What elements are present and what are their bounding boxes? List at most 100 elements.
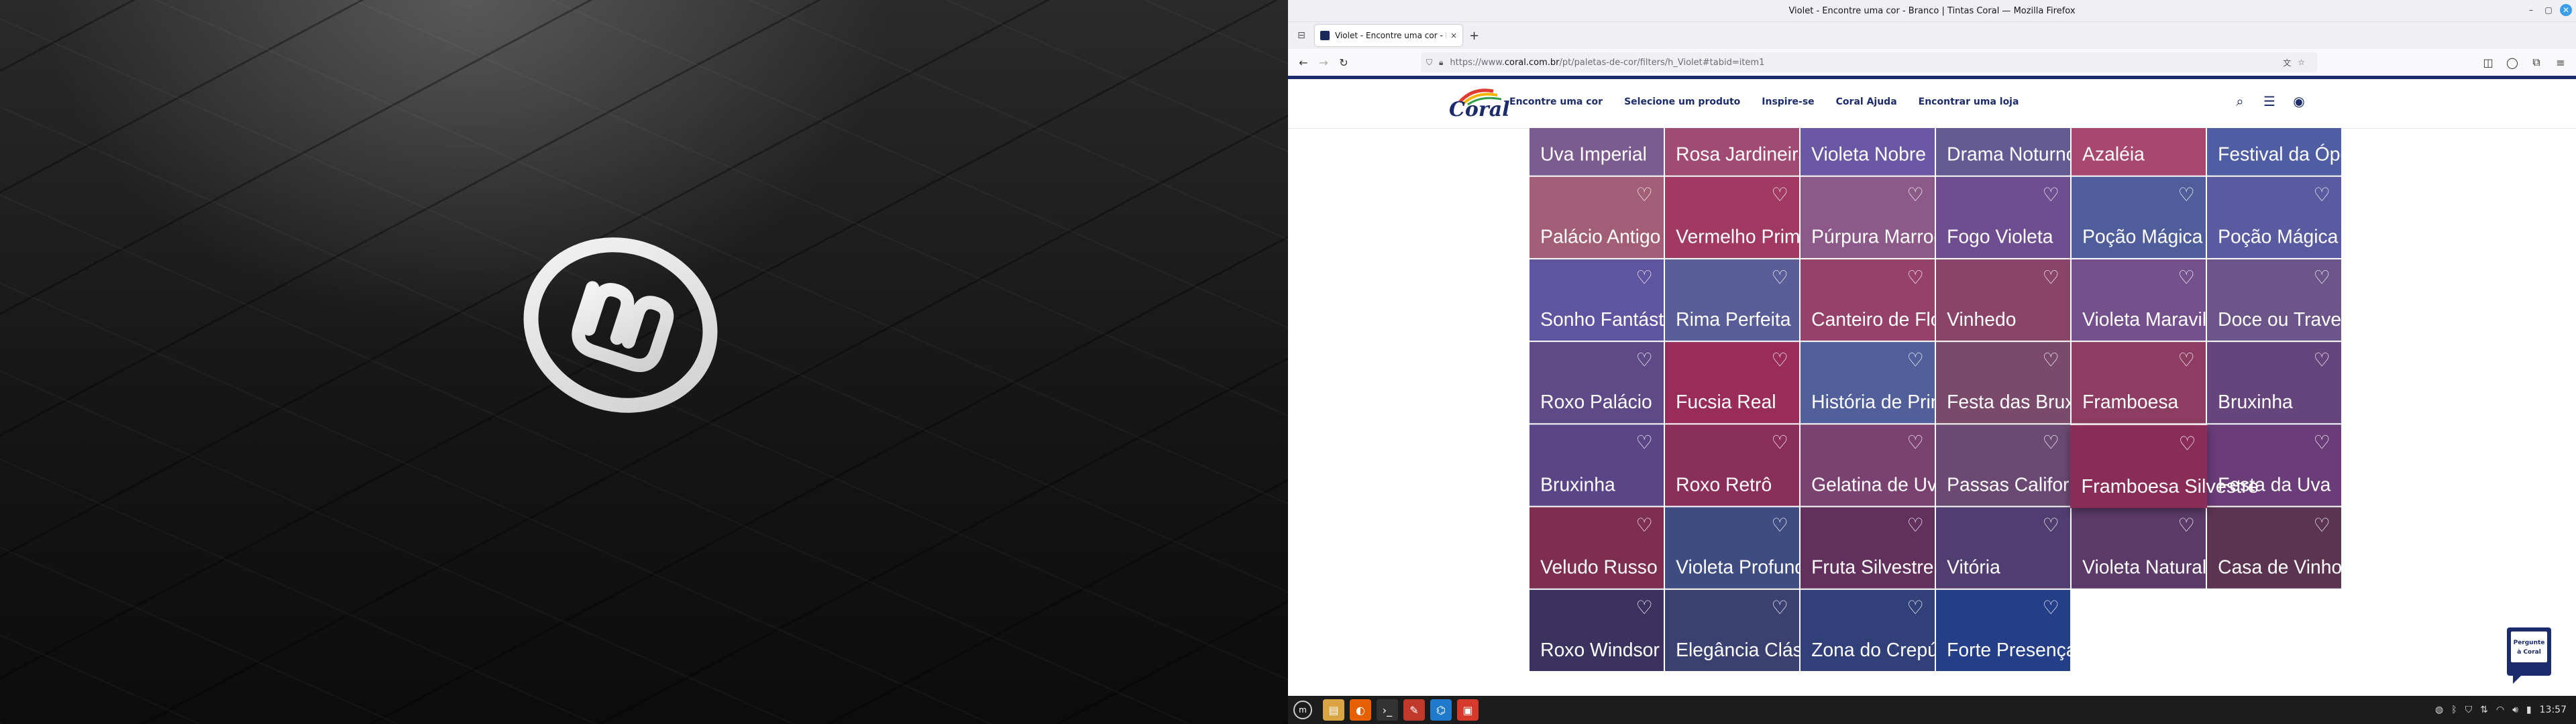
bookmark-star-icon[interactable]: ☆ (2298, 58, 2305, 67)
color-swatch[interactable]: Poção Mágica ♡ (2207, 176, 2341, 258)
shield-icon[interactable]: ⛉ (2465, 705, 2473, 715)
favorite-heart-icon[interactable]: ♡ (1907, 185, 1923, 206)
close-icon[interactable]: ✕ (2560, 4, 2572, 16)
color-swatch[interactable]: Fruta Silvestre ♡ (1801, 507, 1935, 589)
favorite-heart-icon[interactable]: ♡ (1907, 433, 1923, 455)
window-titlebar[interactable]: Violet - Encontre uma cor - Branco | Tin… (1288, 0, 2576, 22)
favorite-heart-icon[interactable]: ♡ (1907, 598, 1923, 619)
bluetooth-icon[interactable]: ᛒ (2451, 705, 2457, 715)
color-swatch[interactable]: Veludo Russo ♡ (1529, 507, 1664, 589)
color-swatch[interactable]: Roxo Palácio ♡ (1529, 342, 1664, 424)
favorite-heart-icon[interactable]: ♡ (2178, 185, 2194, 206)
text-editor-icon[interactable]: ✎ (1403, 699, 1425, 721)
maximize-icon[interactable]: ▢ (2542, 4, 2555, 16)
office-icon[interactable]: ▣ (1457, 699, 1479, 721)
favorite-heart-icon[interactable]: ♡ (1771, 267, 1788, 289)
user-icon[interactable]: ◉ (2290, 93, 2308, 110)
files-icon[interactable]: ▤ (1323, 699, 1344, 721)
nav-selecione-um-produto[interactable]: Selecione um produto (1624, 97, 1740, 107)
color-swatch[interactable]: Poção Mágica ♡ (2072, 176, 2206, 258)
favorite-heart-icon[interactable]: ♡ (1907, 350, 1923, 371)
color-swatch[interactable]: Gelatina de Uva ♡ (1801, 424, 1947, 506)
extensions-icon[interactable]: ⧉ (2526, 52, 2546, 72)
favorite-heart-icon[interactable]: ♡ (1635, 185, 1652, 206)
favorite-heart-icon[interactable]: ♡ (2179, 434, 2196, 456)
list-icon[interactable]: ☰ (2261, 93, 2278, 110)
color-swatch[interactable]: Roxo Windsor ♡ (1529, 589, 1664, 672)
color-swatch[interactable]: Doce ou Travessura ♡ (2207, 259, 2387, 341)
color-swatch[interactable]: Framboesa Silvestre ♡ (2070, 425, 2259, 508)
color-swatch[interactable]: Palácio Antigo ♡ (1529, 176, 1664, 258)
favorite-heart-icon[interactable]: ♡ (2178, 350, 2194, 371)
favorite-heart-icon[interactable]: ♡ (2042, 433, 2059, 455)
tracking-protection-icon[interactable]: ⛉ (1426, 58, 1432, 68)
favorite-heart-icon[interactable]: ♡ (2313, 350, 2330, 371)
favorite-heart-icon[interactable]: ♡ (2313, 185, 2330, 206)
color-swatch[interactable]: Roxo Retrô ♡ (1665, 424, 1799, 506)
favorite-heart-icon[interactable]: ♡ (2313, 433, 2330, 455)
favorite-heart-icon[interactable]: ♡ (2042, 598, 2059, 619)
favorite-heart-icon[interactable]: ♡ (1771, 350, 1788, 371)
color-swatch[interactable]: Festival da Ópera (2207, 128, 2367, 176)
color-swatch[interactable]: Canteiro de Flores ♡ (1801, 259, 1968, 341)
color-swatch[interactable]: Uva Imperial (1529, 128, 1664, 176)
color-swatch[interactable]: Bruxinha ♡ (2207, 342, 2341, 424)
tab-close-icon[interactable]: × (1450, 31, 1457, 40)
color-swatch[interactable]: Forte Presença ♡ (1936, 589, 2077, 672)
favorite-heart-icon[interactable]: ♡ (2178, 516, 2194, 537)
color-swatch[interactable]: Sonho Fantástico ♡ (1529, 259, 1688, 341)
url-text[interactable]: https://www.coral.com.br/pt/paletas-de-c… (1450, 58, 2283, 68)
favorite-heart-icon[interactable]: ♡ (1635, 598, 1652, 619)
color-swatch[interactable]: Fogo Violeta ♡ (1936, 176, 2070, 258)
search-icon[interactable]: ⌕ (2231, 93, 2249, 110)
favorite-heart-icon[interactable]: ♡ (1907, 516, 1923, 537)
nav-coral-ajuda[interactable]: Coral Ajuda (1836, 97, 1897, 107)
back-icon[interactable]: ← (1293, 52, 1313, 72)
network-icon[interactable]: ⇅ (2480, 705, 2488, 715)
color-swatch[interactable]: Vermelho Primoroso ♡ (1665, 176, 1847, 258)
new-tab-button[interactable]: + (1469, 29, 1479, 43)
color-swatch[interactable]: Violeta Natural ♡ (2072, 507, 2206, 589)
color-swatch[interactable]: Festa das Bruxas ♡ (1936, 342, 2094, 424)
battery-icon[interactable]: ▮ (2526, 705, 2532, 715)
color-swatch[interactable]: Fucsia Real ♡ (1665, 342, 1799, 424)
favorite-heart-icon[interactable]: ♡ (2042, 267, 2059, 289)
favorite-heart-icon[interactable]: ♡ (2042, 516, 2059, 537)
lock-icon[interactable]: 🔒︎ (1439, 58, 1443, 68)
favorite-heart-icon[interactable]: ♡ (1771, 185, 1788, 206)
vscode-icon[interactable]: ⌬ (1430, 699, 1452, 721)
color-swatch[interactable]: Framboesa ♡ (2072, 342, 2206, 424)
clock[interactable]: 13:57 (2540, 705, 2567, 715)
minimize-icon[interactable]: – (2525, 4, 2537, 16)
forward-icon[interactable]: → (1313, 52, 1334, 72)
color-swatch[interactable]: Púrpura Marroquina ♡ (1801, 176, 1980, 258)
favorite-heart-icon[interactable]: ♡ (2313, 516, 2330, 537)
color-swatch[interactable]: Rosa Jardineira (1665, 128, 1809, 176)
mint-menu-icon[interactable]: m (1293, 701, 1312, 719)
color-swatch[interactable]: Violeta Profundo ♡ (1665, 507, 1816, 589)
menu-icon[interactable]: ≡ (2551, 52, 2571, 72)
pocket-icon[interactable]: ◫ (2478, 52, 2498, 72)
nav-encontre-uma-cor[interactable]: Encontre uma cor (1509, 97, 1603, 107)
favorite-heart-icon[interactable]: ♡ (2178, 267, 2194, 289)
nav-encontrar-uma-loja[interactable]: Encontrar uma loja (1919, 97, 2019, 107)
favorite-heart-icon[interactable]: ♡ (2042, 185, 2059, 206)
tab-active[interactable]: Violet - Encontre uma cor - B × (1315, 25, 1462, 46)
color-swatch[interactable]: Violeta Nobre (1801, 128, 1935, 176)
volume-icon[interactable]: 🔊︎ (2512, 705, 2518, 715)
favorite-heart-icon[interactable]: ♡ (1635, 516, 1652, 537)
favorite-heart-icon[interactable]: ♡ (2042, 350, 2059, 371)
color-swatch[interactable]: Passas Californianas ♡ (1936, 424, 2125, 506)
wifi-icon[interactable]: ◠ (2496, 705, 2504, 715)
account-icon[interactable]: ◯ (2502, 52, 2522, 72)
color-swatch[interactable]: História de Princesa ♡ (1801, 342, 1981, 424)
favorite-heart-icon[interactable]: ♡ (1907, 267, 1923, 289)
color-swatch[interactable]: Rima Perfeita ♡ (1665, 259, 1799, 341)
favorite-heart-icon[interactable]: ♡ (1771, 433, 1788, 455)
color-swatch[interactable]: Casa de Vinho ♡ (2207, 507, 2342, 589)
terminal-icon[interactable]: ›_ (1377, 699, 1398, 721)
discord-icon[interactable]: ◍ (2435, 705, 2443, 715)
pergunte-a-coral-badge[interactable]: Pergunte à Coral (2506, 627, 2553, 684)
color-swatch[interactable]: Bruxinha ♡ (1529, 424, 1664, 506)
color-swatch[interactable]: Vinhedo ♡ (1936, 259, 2070, 341)
